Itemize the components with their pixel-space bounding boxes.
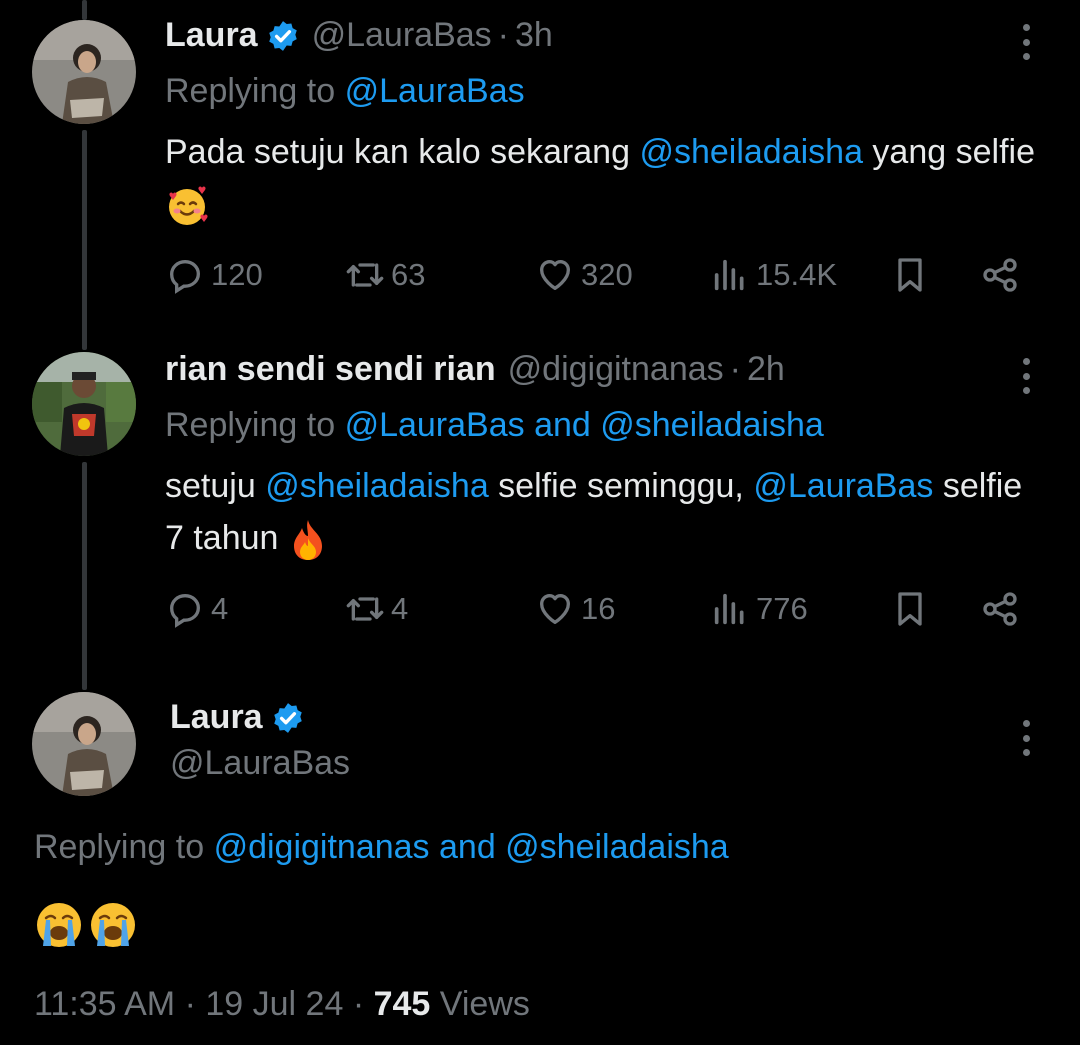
- view-count: 15.4K: [756, 257, 838, 292]
- tweet-text: setuju @sheiladaisha selfie seminggu, @L…: [165, 460, 1045, 564]
- reply-icon: [169, 259, 201, 294]
- handle[interactable]: @digigitnanas: [508, 350, 724, 389]
- mention-link[interactable]: @sheiladaisha: [639, 133, 863, 171]
- tweet-text: [34, 900, 138, 950]
- replying-link[interactable]: @LauraBas: [345, 72, 525, 110]
- post-time[interactable]: 11:35 AM: [34, 985, 175, 1023]
- thread-line: [82, 462, 87, 690]
- text-segment: selfie seminggu,: [488, 467, 754, 505]
- text-segment: setuju: [165, 467, 266, 505]
- avatar[interactable]: [32, 20, 136, 124]
- reply-button[interactable]: 4: [165, 584, 228, 634]
- reply-icon: [169, 593, 201, 628]
- thread-line: [82, 0, 87, 20]
- separator-dot: ·: [352, 985, 365, 1023]
- views-count: 745: [373, 985, 431, 1023]
- handle[interactable]: @LauraBas: [170, 744, 350, 783]
- retweet-button[interactable]: 4: [345, 584, 408, 634]
- views-label: Views: [439, 985, 530, 1023]
- loudly-crying-face-icon: [37, 903, 81, 947]
- retweet-icon: [346, 263, 384, 287]
- bookmark-button[interactable]: [890, 250, 936, 300]
- mention-link[interactable]: @LauraBas: [753, 467, 933, 505]
- replying-prefix: Replying to: [165, 72, 336, 110]
- share-icon: [983, 258, 1017, 292]
- views-button[interactable]: 15.4K: [710, 250, 837, 300]
- display-name[interactable]: Laura: [170, 698, 263, 737]
- text-segment: yang selfie: [862, 133, 1035, 171]
- handle[interactable]: @LauraBas: [312, 16, 492, 55]
- reply-button[interactable]: 120: [165, 250, 263, 300]
- text-segment: Pada setuju kan kalo sekarang: [165, 133, 640, 171]
- thread-line: [82, 130, 87, 350]
- display-name[interactable]: rian sendi sendi rian: [165, 350, 496, 389]
- bookmark-button[interactable]: [890, 584, 936, 634]
- tweet-header: rian sendi sendi rian @digigitnanas · 2h: [165, 350, 785, 389]
- fire-icon: [293, 520, 322, 561]
- avatar[interactable]: [32, 352, 136, 456]
- post-date[interactable]: 19 Jul 24: [205, 985, 343, 1023]
- replying-link[interactable]: @LauraBas and @sheiladaisha: [345, 406, 824, 444]
- replying-to: Replying to @digigitnanas and @sheiladai…: [34, 828, 729, 867]
- more-options-icon[interactable]: [1016, 354, 1036, 398]
- tweet-text: Pada setuju kan kalo sekarang @sheiladai…: [165, 126, 1045, 230]
- reply-count: 4: [211, 591, 229, 626]
- views-button[interactable]: 776: [710, 584, 808, 634]
- more-options-icon[interactable]: [1016, 716, 1036, 760]
- verified-badge-icon: [273, 702, 302, 733]
- like-button[interactable]: 320: [535, 250, 633, 300]
- tweet-metadata: 11:35 AM · 19 Jul 24 · 745 Views: [34, 985, 530, 1024]
- author-handle-row: @LauraBas: [170, 744, 350, 783]
- separator-dot: ·: [184, 985, 196, 1023]
- bookmark-icon: [898, 592, 922, 626]
- share-button[interactable]: [980, 250, 1026, 300]
- tweet-actions: 120 63 320 15.4K: [165, 250, 1035, 300]
- replying-to: Replying to @LauraBas and @sheiladaisha: [165, 406, 824, 445]
- verified-badge-icon: [268, 20, 297, 51]
- retweet-count: 4: [391, 591, 409, 626]
- loudly-crying-face-icon: [91, 903, 135, 947]
- reply-count: 120: [211, 257, 263, 292]
- retweet-count: 63: [391, 257, 426, 292]
- share-icon: [983, 592, 1017, 626]
- timestamp[interactable]: 3h: [515, 16, 553, 55]
- timestamp[interactable]: 2h: [747, 350, 785, 389]
- retweet-button[interactable]: 63: [345, 250, 425, 300]
- tweet-header: Laura @LauraBas · 3h: [165, 16, 553, 55]
- like-button[interactable]: 16: [535, 584, 615, 634]
- separator-dot: ·: [729, 350, 741, 388]
- replying-prefix: Replying to: [34, 828, 205, 866]
- analytics-icon: [714, 259, 744, 291]
- smiling-face-with-hearts-icon: [169, 186, 208, 226]
- bookmark-icon: [898, 258, 922, 292]
- tweet-actions: 4 4 16 776: [165, 584, 1035, 634]
- like-count: 320: [581, 257, 633, 292]
- share-button[interactable]: [980, 584, 1026, 634]
- separator-dot: ·: [497, 16, 509, 54]
- mention-link[interactable]: @sheiladaisha: [265, 467, 489, 505]
- avatar[interactable]: [32, 692, 136, 796]
- view-count: 776: [756, 591, 808, 626]
- retweet-icon: [346, 597, 384, 621]
- replying-to: Replying to @LauraBas: [165, 72, 525, 111]
- analytics-icon: [714, 593, 744, 625]
- heart-icon: [540, 260, 570, 290]
- replying-prefix: Replying to: [165, 406, 336, 444]
- more-options-icon[interactable]: [1016, 20, 1036, 64]
- display-name[interactable]: Laura: [165, 16, 258, 55]
- author-name-row: Laura: [170, 698, 305, 737]
- heart-icon: [540, 594, 570, 624]
- replying-link[interactable]: @digigitnanas and @sheiladaisha: [214, 828, 729, 866]
- like-count: 16: [581, 591, 616, 626]
